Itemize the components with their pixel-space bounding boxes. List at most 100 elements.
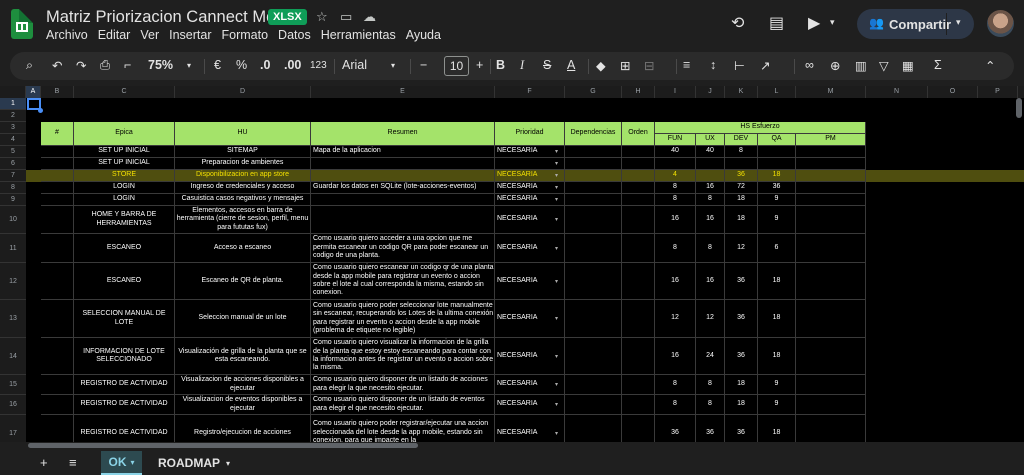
undo-icon[interactable]: ↶: [52, 58, 62, 73]
cell-epica[interactable]: STORE: [74, 170, 175, 182]
cell-ux[interactable]: [696, 158, 725, 170]
vertical-scrollbar[interactable]: [1016, 98, 1022, 118]
tab-roadmap[interactable]: ROADMAP ▾: [150, 451, 238, 475]
insert-comment-icon[interactable]: ⊕: [830, 58, 840, 73]
cell-empty[interactable]: [41, 300, 74, 338]
cell-fun[interactable]: 16: [655, 263, 696, 300]
cell-prioridad[interactable]: NECESARIA: [495, 415, 565, 442]
cell-ux[interactable]: 24: [696, 338, 725, 375]
cell-empty[interactable]: [622, 415, 655, 442]
share-button[interactable]: 👥 Compartir ▾: [857, 9, 974, 39]
cell-qa[interactable]: 6: [758, 234, 796, 263]
cell-empty[interactable]: [622, 146, 655, 158]
cell-resumen[interactable]: Como usuario quiero visualizar la inform…: [311, 338, 495, 375]
cell-empty[interactable]: [796, 206, 866, 234]
cell-hu[interactable]: Elementos, accesos en barra de herramien…: [175, 206, 311, 234]
cloud-status-icon[interactable]: ☁: [363, 9, 376, 25]
cell-hu[interactable]: Preparacion de ambientes: [175, 158, 311, 170]
row-header[interactable]: 2: [0, 110, 26, 122]
cell-empty[interactable]: [796, 158, 866, 170]
header-resumen[interactable]: Resumen: [311, 122, 495, 146]
filter-icon[interactable]: ▽: [879, 58, 889, 73]
row-header[interactable]: 5: [0, 146, 26, 158]
document-title[interactable]: Matriz Priorizacion Cannect Mobile: [46, 8, 301, 27]
cell-dev[interactable]: [725, 158, 758, 170]
cell-hu[interactable]: Visualizacion de acciones disponibles a …: [175, 375, 311, 395]
cell-qa[interactable]: 18: [758, 300, 796, 338]
cell-resumen[interactable]: Como usuario quiero escanear un codigo q…: [311, 263, 495, 300]
font-dropdown-icon[interactable]: ▾: [391, 61, 395, 70]
cell-resumen[interactable]: Como usuario quiero acceder a una opcion…: [311, 234, 495, 263]
cell-empty[interactable]: [796, 234, 866, 263]
text-color-icon[interactable]: A: [567, 58, 575, 72]
row-header[interactable]: 11: [0, 234, 26, 263]
dropdown-chevron-icon[interactable]: ▾: [555, 381, 558, 388]
cell-empty[interactable]: [796, 395, 866, 415]
filter-views-icon[interactable]: ▦: [902, 58, 914, 73]
cell-qa[interactable]: 18: [758, 263, 796, 300]
increase-decimal-button[interactable]: .00: [284, 58, 301, 72]
history-icon[interactable]: ⟲: [731, 13, 744, 33]
cell-dev[interactable]: 36: [725, 170, 758, 182]
row-header[interactable]: 10: [0, 206, 26, 234]
cell-hu[interactable]: Ingreso de credenciales y acceso: [175, 182, 311, 194]
cell-fun[interactable]: [655, 158, 696, 170]
header-qa[interactable]: QA: [758, 134, 796, 146]
cell-qa[interactable]: 9: [758, 375, 796, 395]
meet-dropdown-icon[interactable]: ▾: [830, 17, 835, 28]
cell-resumen[interactable]: [311, 158, 495, 170]
cell-empty[interactable]: [41, 415, 74, 442]
header-pm[interactable]: PM: [796, 134, 866, 146]
row-header[interactable]: 12: [0, 263, 26, 300]
cell-epica[interactable]: LOGIN: [74, 182, 175, 194]
cell-empty[interactable]: [41, 194, 74, 206]
cell-qa[interactable]: [758, 158, 796, 170]
menu-formato[interactable]: Formato: [222, 28, 269, 42]
row-header[interactable]: 9: [0, 194, 26, 206]
cell-empty[interactable]: [565, 158, 622, 170]
column-header-d[interactable]: D: [175, 86, 311, 98]
cell-dev[interactable]: 36: [725, 300, 758, 338]
dropdown-chevron-icon[interactable]: ▾: [555, 278, 558, 285]
header-prioridad[interactable]: Prioridad: [495, 122, 565, 146]
column-header-a[interactable]: A: [26, 86, 41, 98]
horizontal-scrollbar[interactable]: [28, 442, 1008, 449]
cell-qa[interactable]: 18: [758, 415, 796, 442]
functions-icon[interactable]: Σ: [934, 58, 942, 72]
cell-dev[interactable]: 18: [725, 375, 758, 395]
cell-fun[interactable]: 16: [655, 338, 696, 375]
header-hu[interactable]: HU: [175, 122, 311, 146]
cell-empty[interactable]: [41, 395, 74, 415]
cell-empty[interactable]: [622, 234, 655, 263]
paint-format-icon[interactable]: ⌐: [124, 58, 131, 72]
row-header[interactable]: 17: [0, 415, 26, 442]
column-header-m[interactable]: M: [796, 86, 866, 98]
vertical-align-icon[interactable]: ↕: [710, 58, 716, 72]
cell-fun[interactable]: 36: [655, 415, 696, 442]
strikethrough-icon[interactable]: S: [543, 58, 551, 72]
borders-icon[interactable]: ⊞: [620, 58, 630, 73]
cell-ux[interactable]: 40: [696, 146, 725, 158]
cell-fun[interactable]: 8: [655, 375, 696, 395]
cell-qa[interactable]: [758, 146, 796, 158]
cell-resumen[interactable]: Guardar los datos en SQLite (lote-accion…: [311, 182, 495, 194]
row-header[interactable]: 4: [0, 134, 26, 146]
row-header[interactable]: 7: [0, 170, 26, 182]
cell-empty[interactable]: [41, 263, 74, 300]
dropdown-chevron-icon[interactable]: ▾: [555, 148, 558, 155]
row-header[interactable]: 1: [0, 98, 26, 110]
menu-archivo[interactable]: Archivo: [46, 28, 88, 42]
cell-ux[interactable]: 8: [696, 234, 725, 263]
cell-epica[interactable]: SET UP INICIAL: [74, 158, 175, 170]
dropdown-chevron-icon[interactable]: ▾: [555, 315, 558, 322]
redo-icon[interactable]: ↷: [76, 58, 86, 73]
row-header[interactable]: 3: [0, 122, 26, 134]
tab-dropdown-icon[interactable]: ▾: [226, 459, 230, 468]
menu-datos[interactable]: Datos: [278, 28, 311, 42]
text-rotation-icon[interactable]: ↗: [760, 58, 770, 73]
cell-qa[interactable]: 9: [758, 206, 796, 234]
cell-resumen[interactable]: Como usuario quiero poder registrar/ejec…: [311, 415, 495, 442]
cell-empty[interactable]: [622, 395, 655, 415]
cell-resumen[interactable]: Mapa de la aplicacion: [311, 146, 495, 158]
text-wrap-icon[interactable]: ⊢: [734, 58, 745, 73]
